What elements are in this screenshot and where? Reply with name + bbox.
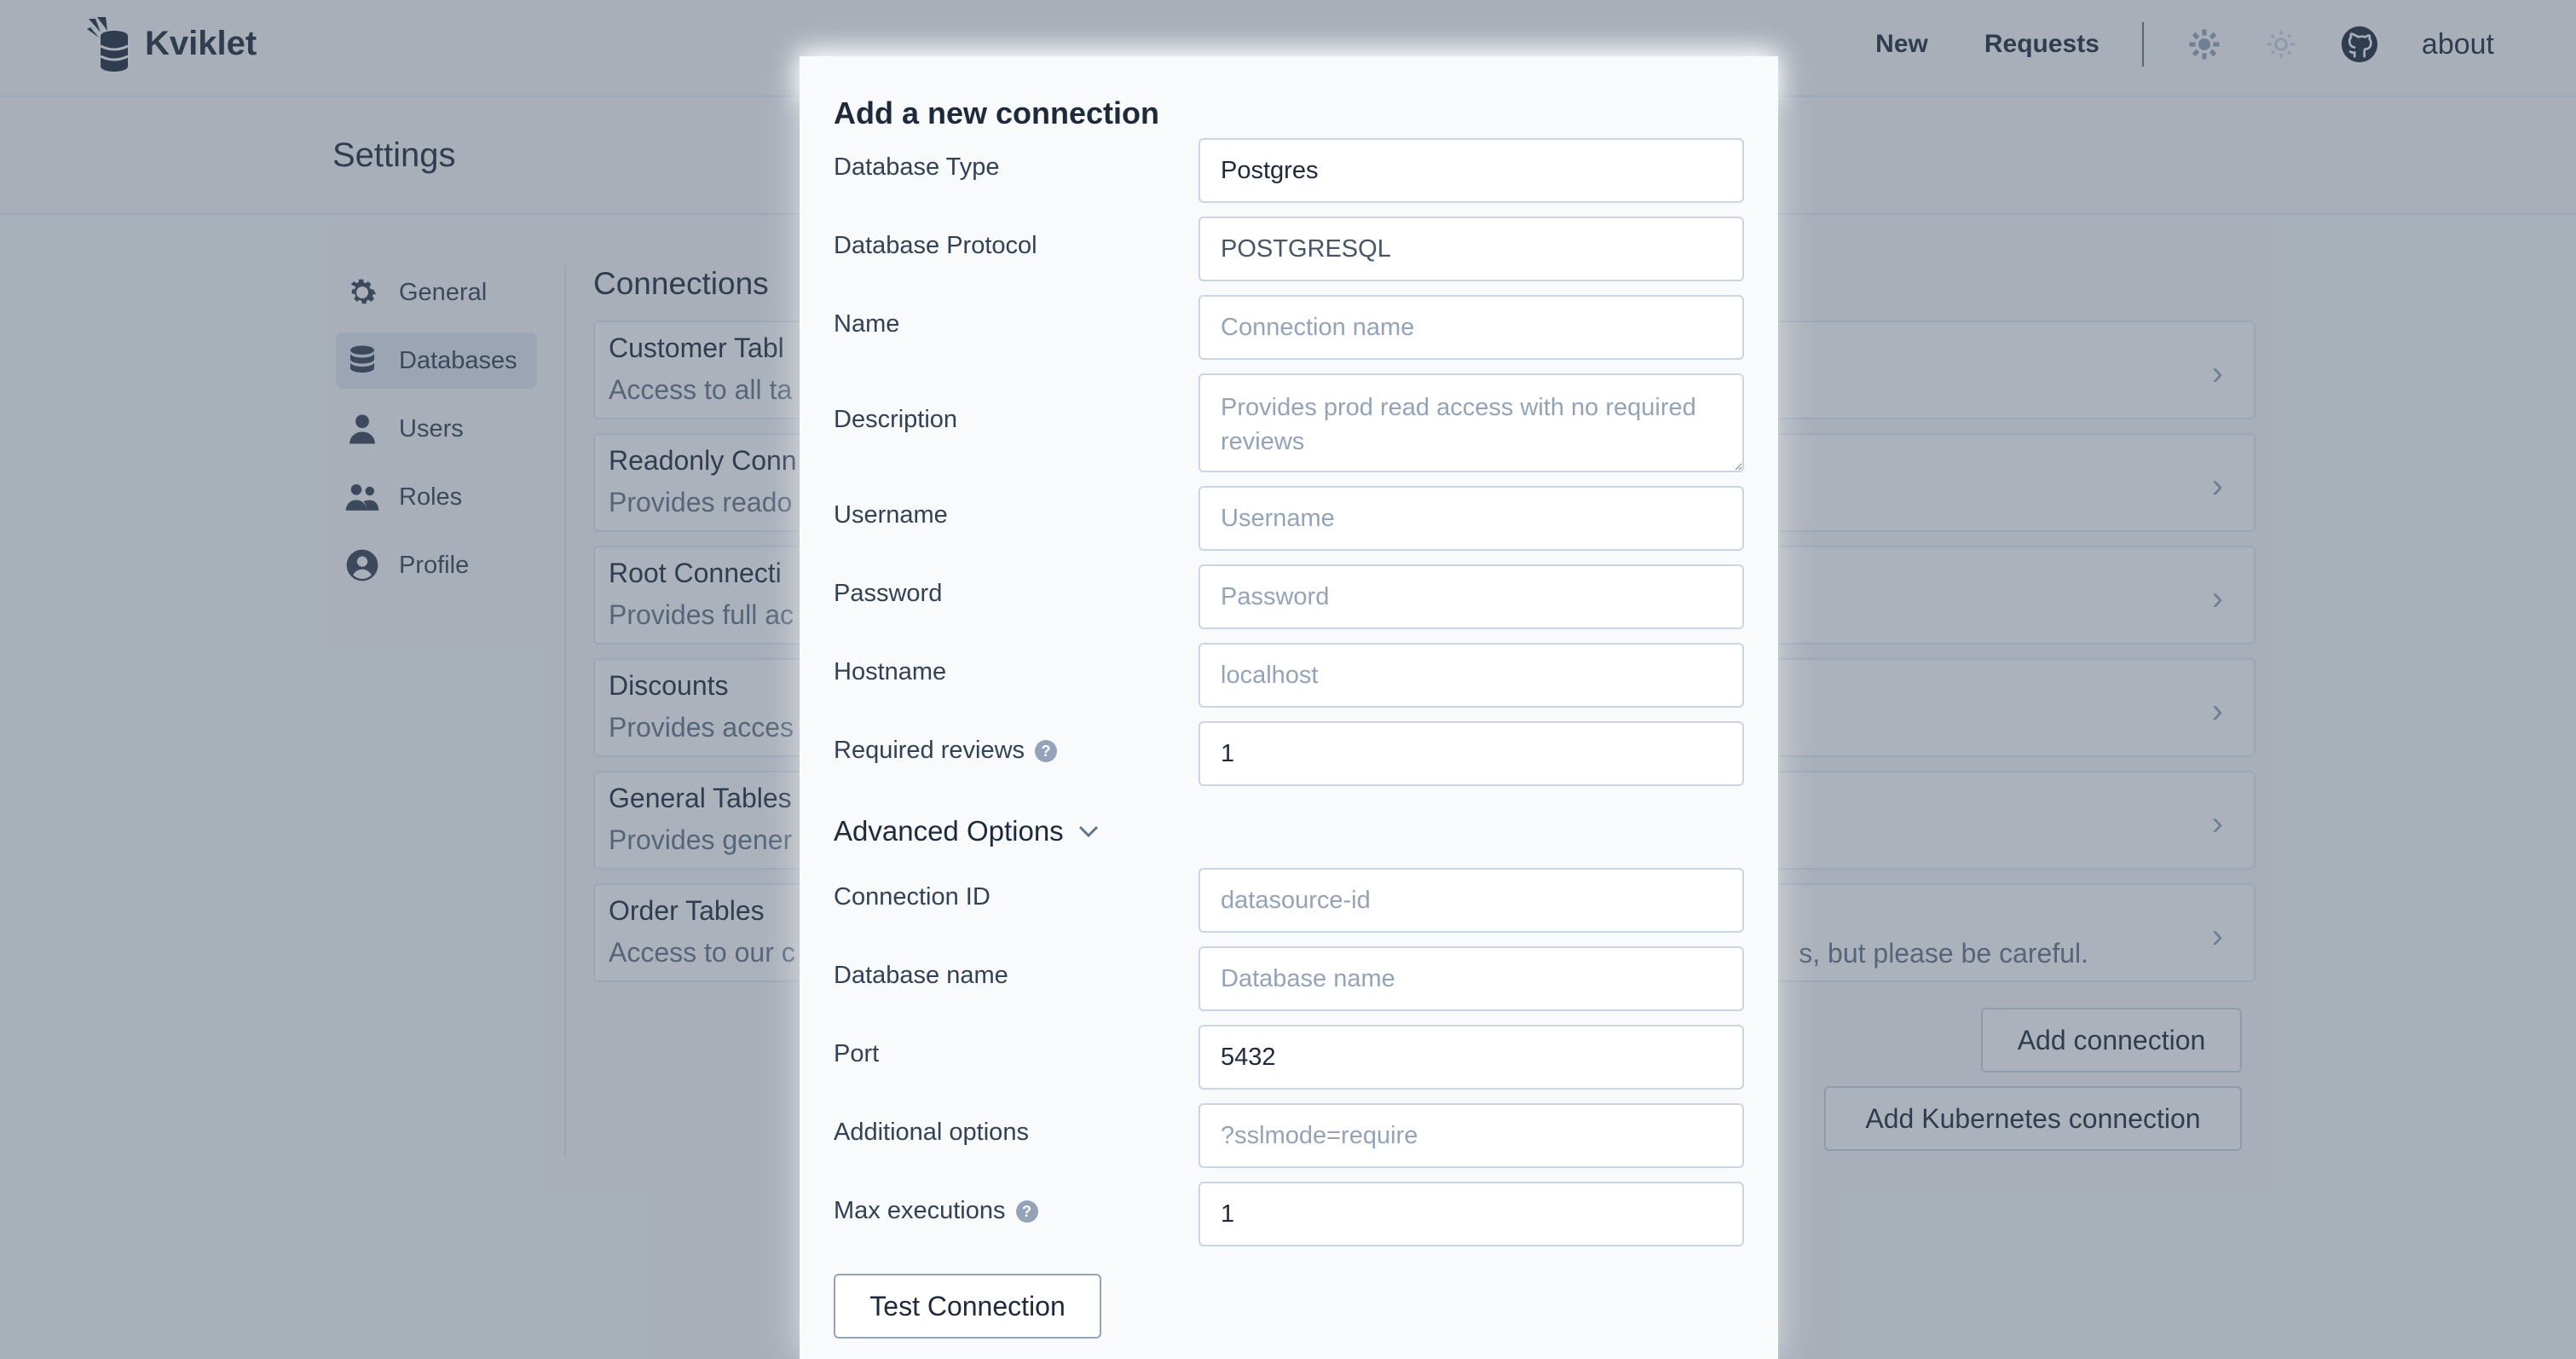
max-executions-input[interactable] bbox=[1198, 1182, 1744, 1246]
help-icon[interactable]: ? bbox=[1035, 739, 1058, 762]
hostname-input[interactable] bbox=[1198, 643, 1744, 708]
port-label: Port bbox=[834, 1040, 880, 1067]
required-reviews-input[interactable] bbox=[1198, 721, 1744, 786]
connection-id-label: Connection ID bbox=[834, 883, 991, 911]
required-reviews-label: Required reviews ? bbox=[834, 737, 1058, 765]
connection-id-input[interactable] bbox=[1198, 868, 1744, 933]
connection-name-input[interactable] bbox=[1198, 295, 1744, 360]
modal-title: Add a new connection bbox=[834, 95, 1160, 130]
database-protocol-select[interactable] bbox=[1198, 217, 1744, 281]
required-reviews-label-text: Required reviews bbox=[834, 737, 1025, 764]
database-name-input[interactable] bbox=[1198, 946, 1744, 1011]
advanced-options-toggle[interactable]: Advanced Options bbox=[834, 815, 1100, 847]
password-input[interactable] bbox=[1198, 564, 1744, 629]
chevron-down-icon bbox=[1078, 825, 1098, 838]
password-label: Password bbox=[834, 580, 943, 607]
additional-options-input[interactable] bbox=[1198, 1103, 1744, 1168]
help-icon[interactable]: ? bbox=[1015, 1200, 1038, 1223]
database-type-label: Database Type bbox=[834, 153, 1000, 181]
username-label: Username bbox=[834, 501, 948, 529]
port-input[interactable] bbox=[1198, 1025, 1744, 1090]
name-label: Name bbox=[834, 310, 900, 338]
database-protocol-label: Database Protocol bbox=[834, 232, 1037, 259]
add-connection-modal: Add a new connection Database Type Datab… bbox=[800, 56, 1778, 1359]
max-executions-label-text: Max executions bbox=[834, 1197, 1006, 1224]
advanced-options-label: Advanced Options bbox=[834, 815, 1064, 847]
test-connection-button[interactable]: Test Connection bbox=[834, 1274, 1101, 1339]
username-input[interactable] bbox=[1198, 486, 1744, 551]
additional-options-label: Additional options bbox=[834, 1119, 1029, 1146]
description-textarea[interactable] bbox=[1198, 373, 1744, 472]
database-name-label: Database name bbox=[834, 962, 1008, 989]
hostname-label: Hostname bbox=[834, 658, 947, 685]
description-label: Description bbox=[834, 406, 958, 433]
database-type-select[interactable] bbox=[1198, 138, 1744, 203]
max-executions-label: Max executions ? bbox=[834, 1197, 1038, 1225]
